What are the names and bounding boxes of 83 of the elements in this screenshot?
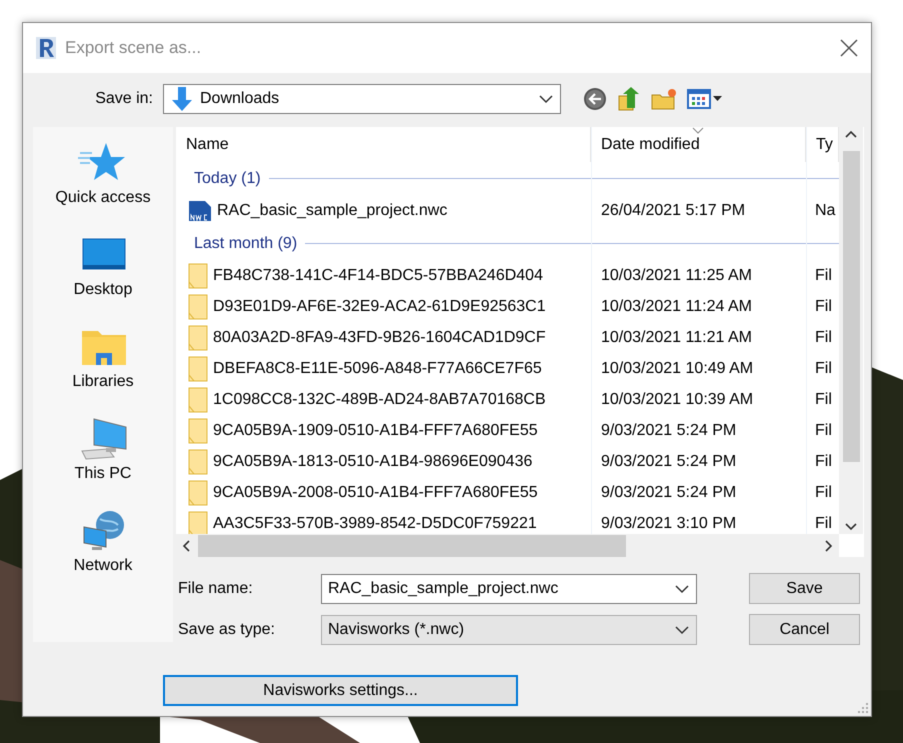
type-cell-text: Fil [814,390,833,408]
down-arrow-icon [170,86,194,112]
column-header[interactable]: Date modified [591,127,806,162]
type-cell-text: Fil [814,514,833,532]
app-logo-icon [35,36,57,60]
date-cell-text: 10/03/2021 11:24 AM [600,298,753,316]
type-cell-text: Fil [814,360,833,378]
file-name: 1C098CC8-132C-489B-AD24-8AB7A70168CB [213,390,546,408]
chevron-down-icon [674,624,690,634]
sidebar-item[interactable]: Quick access [55,141,151,233]
file-row[interactable]: 9CA05B9A-1909-0510-A1B4-FFF7A680FE55 9/03/2021 5:24 PM Fil [176,415,839,446]
group-header[interactable]: Today (1) [194,170,261,188]
type-cell-text: Fil [814,298,833,316]
sidebar-item[interactable]: Desktop [74,233,132,325]
file-name-label: File name: [177,580,254,598]
file-name: RAC_basic_sample_project.nwc [217,202,448,220]
file-row[interactable]: 1C098CC8-132C-489B-AD24-8AB7A70168CB 10/03/2021 10:39 AM Fil [176,384,839,415]
resize-grip-icon[interactable] [858,703,868,713]
folder-icon [188,480,208,506]
file-name: AA3C5F33-570B-3989-8542-D5DC0F759221 [213,514,537,532]
folder-icon [188,356,208,382]
date-cell-text: 26/04/2021 5:17 PM [600,202,746,220]
type-cell-text: Fil [814,484,833,502]
save-as-type-label: Save as type: [177,620,276,638]
back-icon[interactable] [583,87,607,111]
file-row[interactable]: RAC_basic_sample_project.nwc 26/04/2021 5:17 PM Na [176,195,839,227]
save-button[interactable]: Save [749,573,860,604]
file-row[interactable]: 9CA05B9A-1813-0510-A1B4-98696E090436 9/03/2021 5:24 PM Fil [176,446,839,477]
file-type-dropdown[interactable]: Navisworks (*.nwc) [321,614,697,644]
sidebar-item[interactable]: Libraries [72,325,134,417]
folder-icon [188,262,208,288]
date-cell-text: 10/03/2021 11:21 AM [600,328,753,346]
folder-icon [188,510,208,534]
file-name: DBEFA8C8-E11E-5096-A848-F77A66CE7F65 [213,360,542,378]
date-cell-text: 10/03/2021 11:25 AM [600,266,753,284]
chevron-down-icon [538,94,554,104]
date-cell-text: 9/03/2021 5:24 PM [600,422,738,440]
type-cell-text: Fil [814,266,833,284]
file-row[interactable]: DBEFA8C8-E11E-5096-A848-F77A66CE7F65 10/03/2021 10:49 AM Fil [176,353,839,384]
folder-icon [188,294,208,320]
file-row[interactable]: D93E01D9-AF6E-32E9-ACA2-61D9E92563C1 10/03/2021 11:24 AM Fil [176,291,839,322]
date-cell-text: 9/03/2021 5:24 PM [600,484,738,502]
file-name: D93E01D9-AF6E-32E9-ACA2-61D9E92563C1 [213,298,546,316]
date-cell-text: 9/03/2021 3:10 PM [600,514,738,532]
sidebar-item[interactable]: Network [74,509,132,601]
file-name: 80A03A2D-8FA9-43FD-9B26-1604CAD1D9CF [213,328,546,346]
file-name-field[interactable]: RAC_basic_sample_project.nwc [321,574,697,604]
file-name: 9CA05B9A-1909-0510-A1B4-FFF7A680FE55 [213,422,538,440]
window-title: Export scene as... [65,38,202,58]
column-header[interactable]: Name [176,127,591,162]
folder-icon [188,386,208,412]
view-menu-icon[interactable] [687,88,723,110]
file-name: FB48C738-141C-4F14-BDC5-57BBA246D404 [213,266,543,284]
type-cell-text: Na [814,202,836,220]
file-row[interactable]: 80A03A2D-8FA9-43FD-9B26-1604CAD1D9CF 10/03/2021 11:21 AM Fil [176,322,839,353]
type-cell-text: Fil [814,422,833,440]
save-in-dropdown[interactable]: Downloads [163,84,561,114]
folder-icon [188,324,208,350]
folder-icon [188,448,208,474]
sidebar-item[interactable]: This PC [74,417,132,509]
date-cell-text: 10/03/2021 10:39 AM [600,390,754,408]
file-name: 9CA05B9A-2008-0510-A1B4-FFF7A680FE55 [213,484,538,502]
settings-button[interactable]: Navisworks settings... [163,675,518,706]
type-cell-text: Fil [814,452,833,470]
date-cell-text: 9/03/2021 5:24 PM [600,452,738,470]
folder-icon [188,418,208,444]
type-cell-text: Fil [814,328,833,346]
close-icon[interactable] [839,38,859,58]
file-icon [188,199,212,223]
cancel-button[interactable]: Cancel [749,614,860,645]
file-name: 9CA05B9A-1813-0510-A1B4-98696E090436 [213,452,532,470]
file-row[interactable]: 9CA05B9A-2008-0510-A1B4-FFF7A680FE55 9/03/2021 5:24 PM Fil [176,477,839,508]
file-row[interactable]: FB48C738-141C-4F14-BDC5-57BBA246D404 10/03/2021 11:25 AM Fil [176,260,839,291]
new-folder-icon[interactable] [651,87,677,111]
file-row[interactable]: AA3C5F33-570B-3989-8542-D5DC0F759221 9/03/2021 3:10 PM Fil [176,508,839,534]
sort-caret-icon [692,127,704,135]
vertical-scrollbar[interactable] [839,127,863,534]
horizontal-scrollbar[interactable] [176,534,839,557]
up-folder-icon[interactable] [617,86,641,112]
group-header[interactable]: Last month (9) [194,234,298,252]
date-cell-text: 10/03/2021 10:49 AM [600,360,754,378]
save-in-label: Save in: [94,90,154,108]
chevron-down-icon [674,584,690,594]
